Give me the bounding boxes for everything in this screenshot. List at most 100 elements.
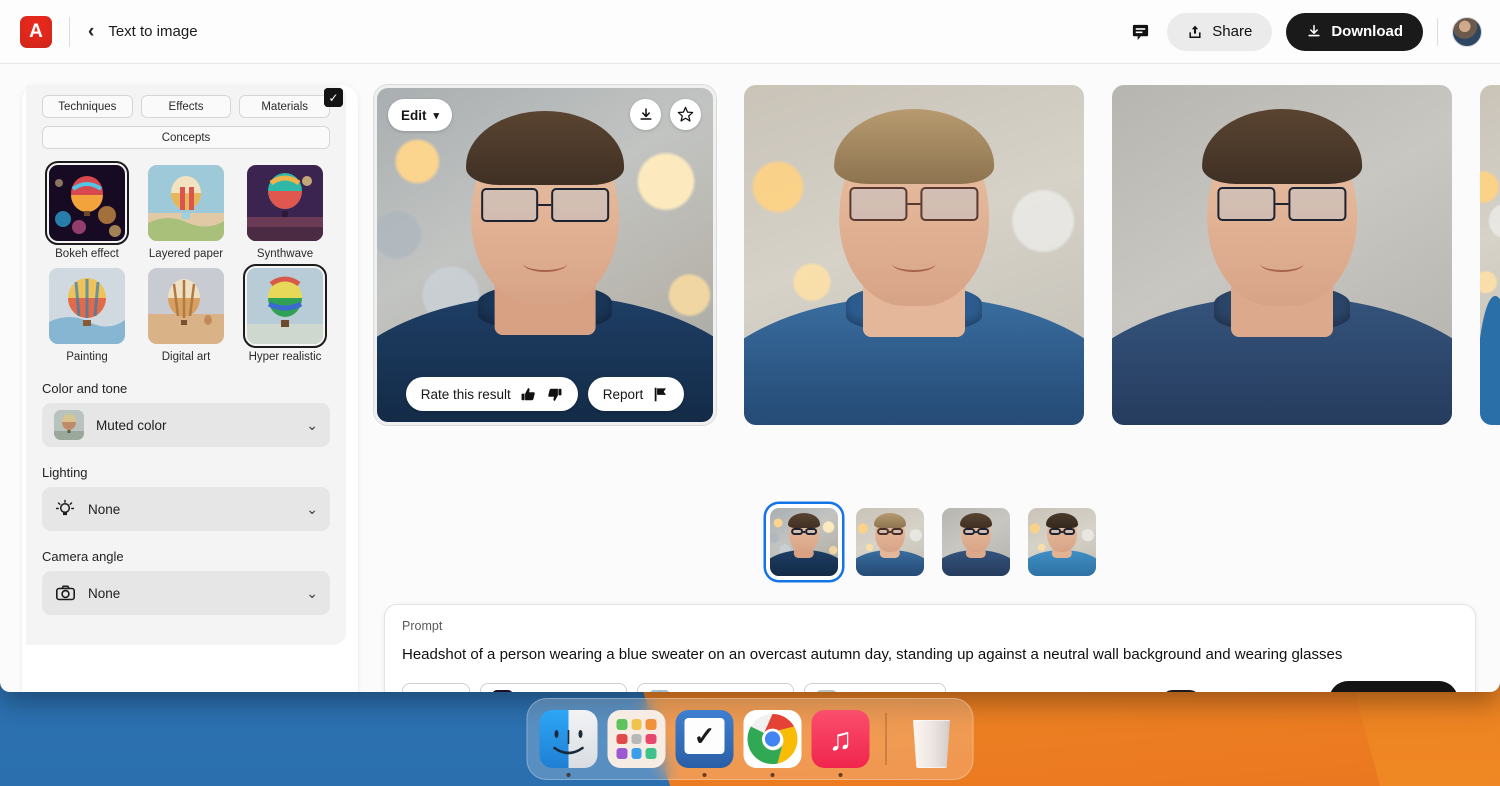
style-option-hyper-realistic[interactable]: ✓ Hyper realistic (240, 268, 330, 363)
dock-item-launchpad[interactable] (608, 710, 666, 768)
style-option-synthwave[interactable]: Synthwave (240, 165, 330, 260)
header-divider-2 (1437, 18, 1438, 46)
music-note-icon: ♫ (812, 710, 870, 768)
page-title: Text to image (108, 23, 197, 40)
style-thumbnail (49, 165, 125, 241)
category-chip-effects[interactable]: Effects (141, 95, 232, 118)
download-button[interactable]: Download (1286, 13, 1423, 51)
color-and-tone-select[interactable]: Muted color ⌄ (42, 403, 330, 447)
style-thumbnail (148, 268, 224, 344)
tag-thumbnail (492, 690, 513, 693)
camera-angle-select[interactable]: None ⌄ (42, 571, 330, 615)
style-sidebar-panel: Techniques Effects Materials Concepts (26, 85, 346, 645)
style-option-bokeh-effect[interactable]: ✓ Bokeh effect (42, 165, 132, 260)
prompt-controls-row: Clear Bokeh effect × (402, 681, 1458, 692)
variant-thumb-1[interactable] (766, 504, 842, 580)
running-indicator (839, 773, 843, 777)
lighting-value: None (88, 502, 120, 517)
generated-portrait (377, 88, 713, 422)
variant-thumbnail (770, 508, 838, 576)
selected-check-icon: ✓ (324, 88, 343, 107)
tag-thumbnail (649, 690, 670, 693)
running-indicator (567, 773, 571, 777)
share-label: Share (1212, 23, 1252, 40)
lighting-select[interactable]: None ⌄ (42, 487, 330, 531)
camera-angle-label: Camera angle (42, 549, 330, 564)
chrome-icon (744, 710, 802, 768)
dock-item-trash[interactable] (903, 710, 961, 768)
generate-button[interactable]: Generate (1329, 681, 1458, 692)
dock-item-chrome[interactable] (744, 710, 802, 768)
thumbs-up-icon (520, 386, 537, 403)
result-image-3[interactable] (1112, 85, 1452, 425)
running-indicator (771, 773, 775, 777)
header-actions: Share Download (1127, 13, 1500, 51)
style-option-digital-art[interactable]: Digital art (141, 268, 231, 363)
avatar[interactable] (1452, 17, 1482, 47)
thumbs-down-icon (546, 386, 563, 403)
firefly-app-window: A ‹ Text to image Share (0, 0, 1500, 692)
sparkle-image-icon (1349, 692, 1366, 693)
category-chip-materials[interactable]: Materials (239, 95, 330, 118)
prompt-input[interactable]: Headshot of a person wearing a blue swea… (402, 646, 1458, 663)
style-option-label: Bokeh effect (55, 248, 119, 260)
download-icon (1306, 24, 1322, 40)
result-image-1[interactable]: Edit ▾ Rate this result (374, 85, 716, 425)
category-chip-row: Techniques Effects Materials (42, 85, 330, 118)
prompt-tag-bokeh-effect[interactable]: Bokeh effect × (480, 683, 626, 692)
download-icon (638, 107, 654, 123)
feedback-icon[interactable] (1127, 19, 1153, 45)
rate-label: Rate this result (421, 387, 511, 402)
app-header: A ‹ Text to image Share (0, 0, 1500, 64)
clear-button[interactable]: Clear (402, 683, 470, 692)
style-thumbnail (247, 268, 323, 344)
dock-separator (886, 713, 887, 765)
chevron-down-icon: ⌄ (306, 585, 318, 602)
flag-icon (652, 386, 669, 403)
adobe-logo-icon[interactable]: A (20, 16, 52, 48)
variant-thumb-2[interactable] (852, 504, 928, 580)
color-and-tone-label: Color and tone (42, 381, 330, 396)
category-chip-techniques[interactable]: Techniques (42, 95, 133, 118)
camera-icon (54, 582, 76, 604)
edit-button[interactable]: Edit ▾ (388, 99, 452, 131)
generated-portrait (744, 85, 1084, 425)
report-button[interactable]: Report (588, 377, 685, 411)
favorite-button[interactable] (670, 99, 701, 130)
dock-item-finder[interactable] (540, 710, 598, 768)
chevron-left-icon[interactable]: ‹ (88, 22, 94, 41)
rate-this-result-button[interactable]: Rate this result (406, 377, 578, 411)
balloon-thumb-icon (54, 410, 84, 440)
checkmark-icon: ✓ (685, 718, 725, 754)
chevron-down-icon: ⌄ (306, 501, 318, 518)
chevron-down-icon: ▾ (434, 109, 440, 122)
lighting-label: Lighting (42, 465, 330, 480)
prompt-tag-muted-color[interactable]: Muted color × (804, 683, 946, 692)
style-option-painting[interactable]: Painting (42, 268, 132, 363)
dock-item-music[interactable]: ♫ (812, 710, 870, 768)
prompt-right-controls: Suggestions G (1162, 681, 1458, 692)
result-image-4[interactable] (1480, 85, 1500, 425)
share-icon (1187, 24, 1203, 40)
text-suggestions-icon[interactable] (1299, 691, 1318, 693)
style-option-label: Hyper realistic (249, 351, 322, 363)
result-image-2[interactable] (744, 85, 1084, 425)
style-option-layered-paper[interactable]: Layered paper (141, 165, 231, 260)
lightbulb-icon (54, 498, 76, 520)
variant-thumb-4[interactable] (1024, 504, 1100, 580)
variant-thumbnail-strip (766, 504, 1100, 580)
category-chip-concepts[interactable]: Concepts (42, 126, 330, 149)
launchpad-icon (608, 710, 666, 768)
variant-thumb-3[interactable] (938, 504, 1014, 580)
share-button[interactable]: Share (1167, 13, 1272, 51)
suggestions-toggle[interactable] (1162, 690, 1200, 693)
download-result-button[interactable] (630, 99, 661, 130)
camera-angle-value: None (88, 586, 120, 601)
style-thumbnail-grid: ✓ Bokeh effect (42, 165, 330, 363)
prompt-tag-hyper-realistic[interactable]: Hyper realistic × (637, 683, 794, 692)
prompt-label: Prompt (402, 619, 1458, 633)
style-thumbnail (247, 165, 323, 241)
report-label: Report (603, 387, 644, 402)
running-indicator (703, 773, 707, 777)
dock-item-things[interactable]: ✓ (676, 710, 734, 768)
